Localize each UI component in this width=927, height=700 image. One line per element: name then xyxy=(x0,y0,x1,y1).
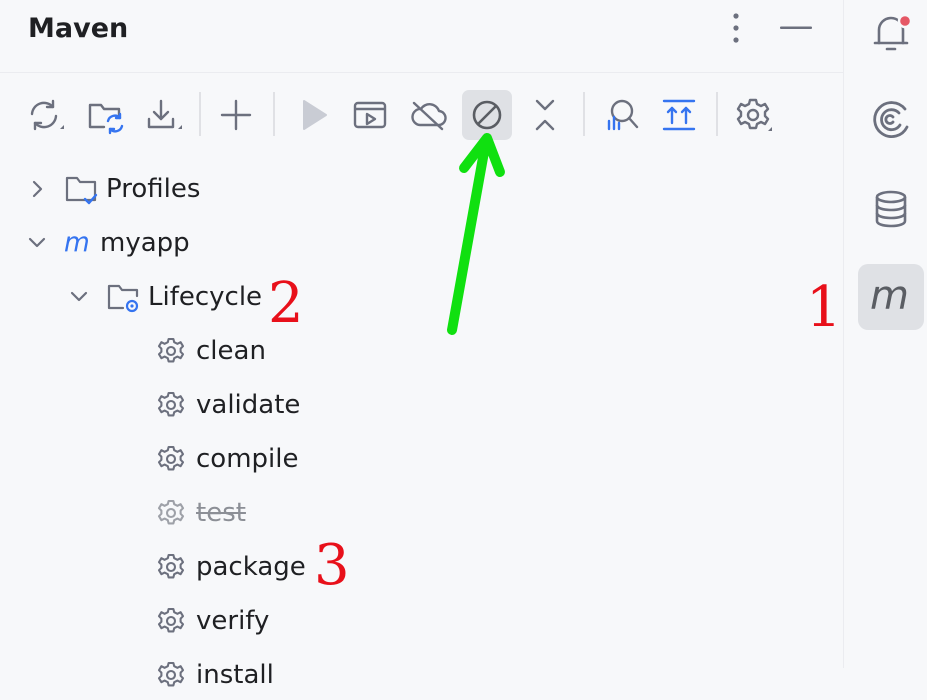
goal-label: install xyxy=(196,660,274,690)
annotation-number: 3 xyxy=(314,533,350,598)
gear-icon xyxy=(154,388,188,422)
goal-label: test xyxy=(196,498,246,528)
toolbar-separator xyxy=(583,92,585,136)
collapse-all-icon[interactable] xyxy=(520,90,570,140)
offline-mode-icon[interactable] xyxy=(403,90,453,140)
gear-icon xyxy=(154,550,188,584)
tree-item-goal-skipped[interactable]: test xyxy=(154,488,246,538)
maven-icon[interactable]: m xyxy=(858,264,924,330)
tree-item-label: Lifecycle xyxy=(148,282,263,312)
reload-folders-icon[interactable] xyxy=(80,90,130,140)
maven-toolbar xyxy=(0,88,843,142)
goal-label: clean xyxy=(196,336,266,366)
svg-text:m: m xyxy=(870,275,909,319)
ai-assistant-icon[interactable] xyxy=(858,86,924,152)
gear-icon xyxy=(154,658,188,692)
toolbar-separator xyxy=(199,92,201,136)
gear-icon xyxy=(154,442,188,476)
svg-text:m: m xyxy=(64,228,90,258)
reload-projects-icon[interactable] xyxy=(20,90,70,140)
tool-window-header: Maven xyxy=(0,0,843,73)
tree-item-label: myapp xyxy=(100,228,190,258)
tree-item-goal[interactable]: verify xyxy=(154,596,269,646)
minimize-icon[interactable] xyxy=(776,10,816,46)
tree-item-goal[interactable]: compile xyxy=(154,434,298,484)
tree-item-goal[interactable]: package xyxy=(154,542,306,592)
tree-item-goal[interactable]: validate xyxy=(154,380,300,430)
tree-item-project[interactable]: m myapp xyxy=(24,218,190,268)
annotation-number: 2 xyxy=(268,271,304,336)
toolbar-separator xyxy=(273,92,275,136)
tree-item-profiles[interactable]: Profiles xyxy=(24,164,200,214)
tree-item-goal[interactable]: install xyxy=(154,650,274,700)
tool-window-title: Maven xyxy=(28,13,129,44)
goal-label: package xyxy=(196,552,306,582)
tree-item-label: Profiles xyxy=(106,174,201,204)
execute-goal-icon[interactable] xyxy=(345,90,395,140)
chevron-down-icon[interactable] xyxy=(24,230,50,256)
chevron-down-icon[interactable] xyxy=(66,284,92,310)
gear-icon xyxy=(154,334,188,368)
notifications-icon[interactable] xyxy=(858,0,924,66)
tree-item-goal[interactable]: clean xyxy=(154,326,266,376)
download-sources-icon[interactable] xyxy=(138,90,188,140)
tree-item-lifecycle[interactable]: Lifecycle xyxy=(66,272,262,322)
folder-check-icon xyxy=(64,172,98,206)
settings-icon[interactable] xyxy=(728,90,778,140)
goal-label: validate xyxy=(196,390,301,420)
annotation-number: 1 xyxy=(806,275,842,340)
tool-window-stripe: m xyxy=(843,0,927,668)
goal-label: verify xyxy=(196,606,270,636)
show-diagram-icon[interactable] xyxy=(654,90,704,140)
maven-module-icon: m xyxy=(64,226,94,260)
run-maven-build-icon[interactable] xyxy=(288,90,338,140)
maven-tool-window: Maven Profiles m myapp Lifecycle clean v… xyxy=(0,0,843,690)
folder-gear-icon xyxy=(106,280,140,314)
analyze-dependencies-icon[interactable] xyxy=(596,90,646,140)
chevron-right-icon[interactable] xyxy=(24,176,50,202)
toolbar-separator xyxy=(716,92,718,136)
gear-icon xyxy=(154,496,188,530)
more-vertical-icon[interactable] xyxy=(716,10,756,46)
add-maven-project-icon[interactable] xyxy=(211,90,261,140)
database-icon[interactable] xyxy=(858,176,924,242)
gear-icon xyxy=(154,604,188,638)
goal-label: compile xyxy=(196,444,299,474)
skip-tests-icon[interactable] xyxy=(462,90,512,140)
